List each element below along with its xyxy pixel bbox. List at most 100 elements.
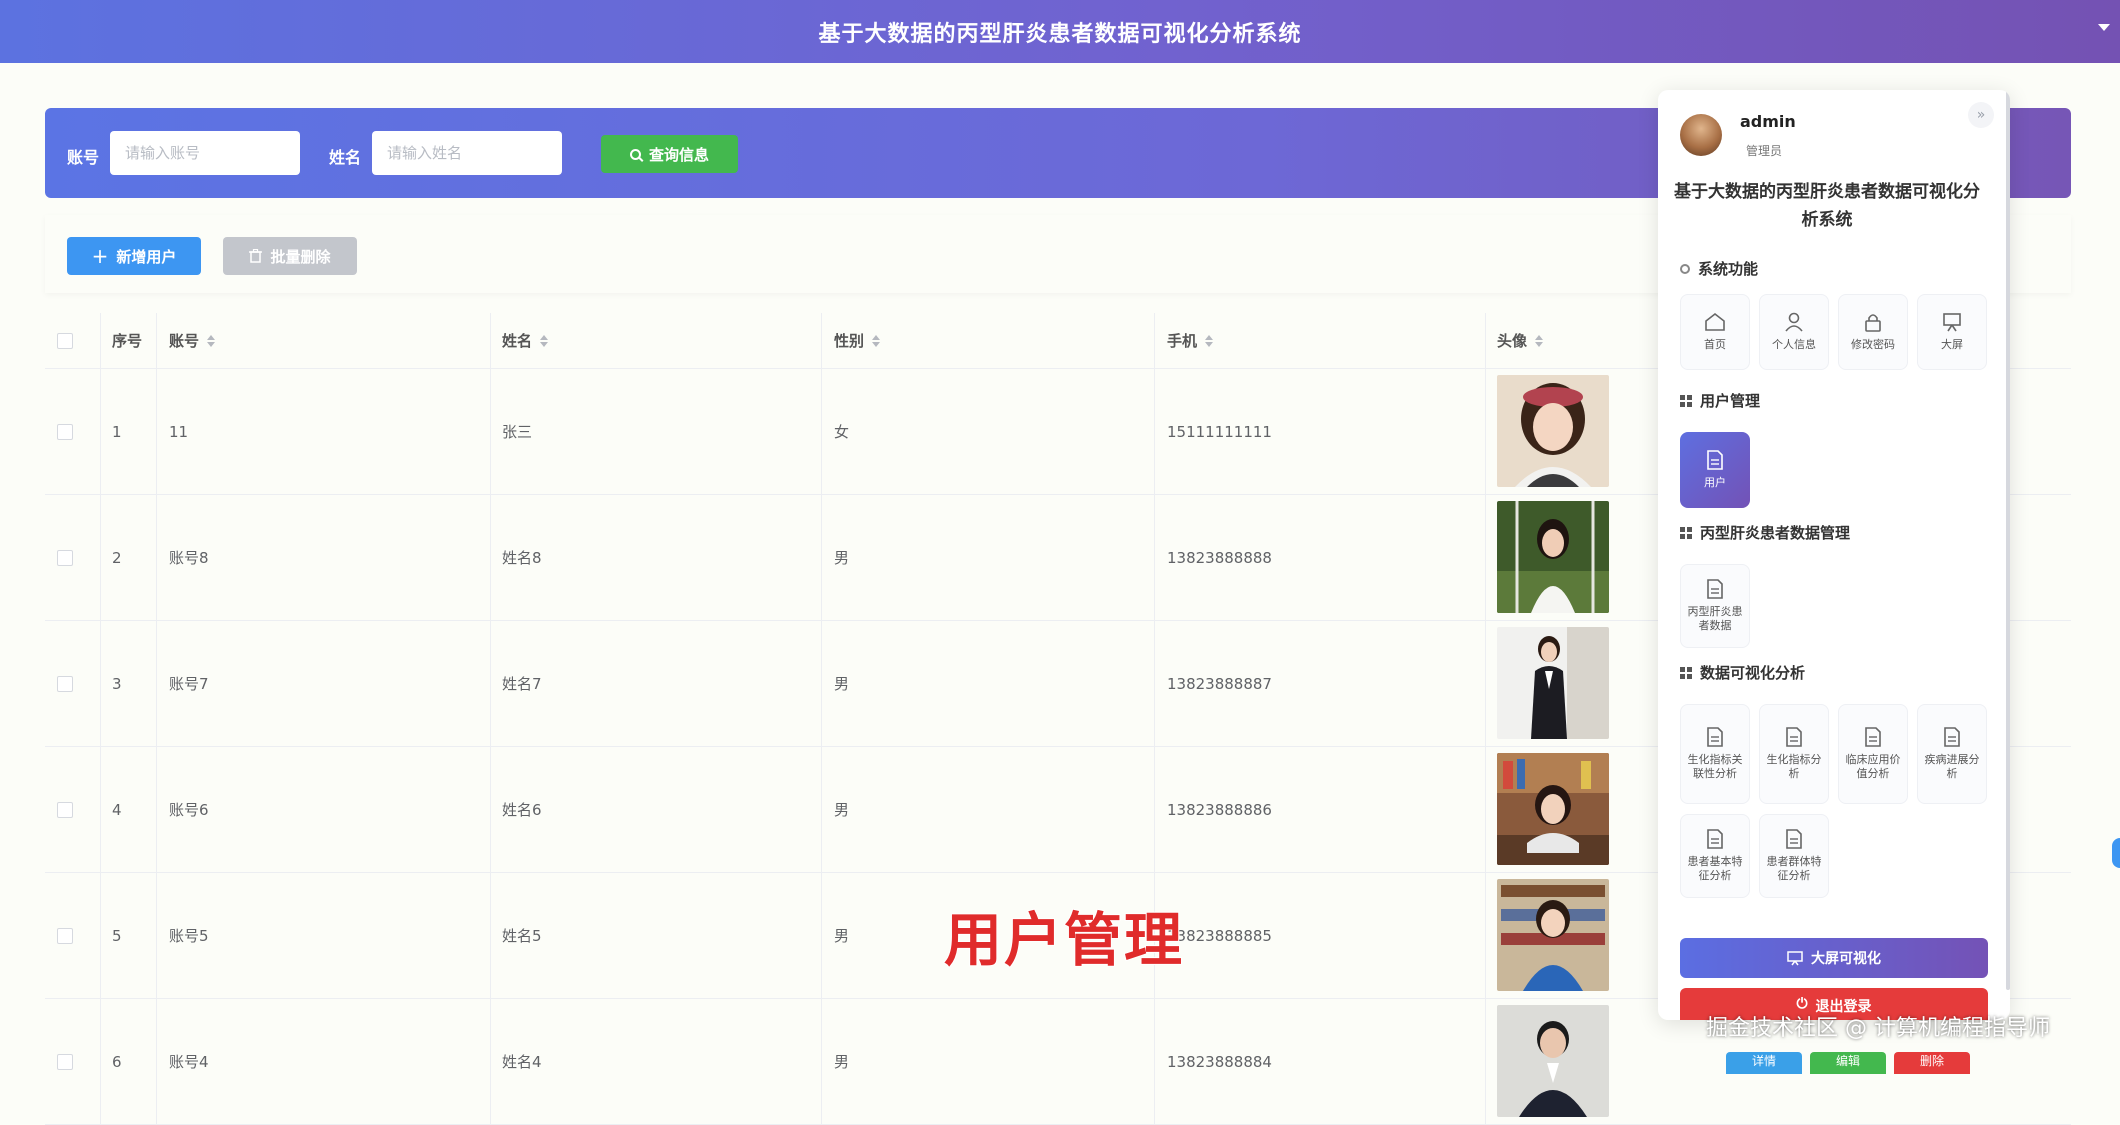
row-gender: 男 (834, 801, 850, 819)
document-icon (1707, 829, 1723, 849)
column-header-gender-label: 性别 (834, 332, 865, 350)
delete-button[interactable]: 删除 (1894, 1052, 1970, 1074)
row-index: 1 (112, 422, 122, 441)
batch-delete-label: 批量删除 (270, 247, 331, 266)
row-checkbox[interactable] (57, 423, 73, 440)
row-gender: 男 (834, 675, 850, 693)
row-name: 张三 (502, 423, 533, 441)
sort-icon (1205, 334, 1214, 347)
section-title-user-management: 用户管理 (1680, 390, 1760, 411)
sort-icon (1535, 334, 1544, 347)
nav-patient-group[interactable]: 患者群体特征分析 (1759, 814, 1829, 898)
row-name: 姓名7 (502, 675, 542, 693)
select-all-checkbox[interactable] (57, 332, 73, 349)
lock-icon (1865, 314, 1881, 332)
section-title-patient-data: 丙型肝炎患者数据管理 (1680, 522, 1850, 543)
nav-clinical-value-label: 临床应用价值分析 (1845, 753, 1901, 780)
plus-icon: + (91, 244, 109, 268)
account-label: 账号 (67, 148, 100, 167)
top-bar: 基于大数据的丙型肝炎患者数据可视化分析系统 (0, 0, 2120, 63)
row-phone: 13823888888 (1167, 548, 1272, 567)
avatar-photo (1497, 375, 1609, 487)
nav-profile[interactable]: 个人信息 (1759, 294, 1829, 370)
row-account: 账号8 (169, 549, 209, 567)
nav-home-label: 首页 (1704, 338, 1726, 351)
edit-button[interactable]: 编辑 (1810, 1052, 1886, 1074)
nav-patient-data-label: 丙型肝炎患者数据 (1687, 605, 1743, 632)
row-phone: 13823888886 (1167, 800, 1272, 819)
document-icon (1707, 450, 1723, 470)
batch-delete-button[interactable]: 批量删除 (223, 237, 357, 275)
column-header-account[interactable]: 账号 (169, 313, 216, 368)
column-header-avatar[interactable]: 头像 (1497, 313, 1544, 368)
row-name: 姓名4 (502, 1053, 542, 1071)
document-icon (1707, 727, 1723, 747)
row-gender: 男 (834, 927, 850, 945)
nav-change-password[interactable]: 修改密码 (1838, 294, 1908, 370)
avatar-photo (1497, 501, 1609, 613)
sort-icon (207, 334, 216, 347)
row-checkbox[interactable] (57, 549, 73, 566)
nav-users[interactable]: 用户 (1680, 432, 1750, 508)
row-account: 账号5 (169, 927, 209, 945)
row-gender: 男 (834, 1053, 850, 1071)
document-icon (1786, 829, 1802, 849)
nav-biochem-correlation-label: 生化指标关联性分析 (1687, 753, 1743, 780)
avatar[interactable] (1680, 114, 1722, 156)
row-checkbox[interactable] (57, 675, 73, 692)
query-button-label: 查询信息 (648, 145, 709, 164)
column-header-name-label: 姓名 (502, 332, 533, 350)
grid-icon (1680, 394, 1692, 407)
column-header-phone[interactable]: 手机 (1167, 313, 1214, 368)
row-checkbox[interactable] (57, 1053, 73, 1070)
section-title-visualization: 数据可视化分析 (1680, 662, 1805, 683)
nav-patient-data[interactable]: 丙型肝炎患者数据 (1680, 564, 1750, 648)
big-screen-button-label: 大屏可视化 (1811, 951, 1881, 967)
nav-biochem-correlation[interactable]: 生化指标关联性分析 (1680, 704, 1750, 804)
row-checkbox[interactable] (57, 801, 73, 818)
add-user-button[interactable]: + 新增用户 (67, 237, 201, 275)
video-caption: 用户管理 (943, 905, 1185, 975)
side-handle[interactable] (2112, 838, 2120, 868)
section-title-system: 系统功能 (1680, 258, 1758, 279)
name-search-input[interactable] (372, 131, 562, 175)
document-icon (1944, 727, 1960, 747)
row-account: 11 (169, 422, 189, 441)
row-index: 4 (112, 800, 122, 819)
column-header-name[interactable]: 姓名 (502, 313, 549, 368)
grid-icon (1680, 666, 1692, 679)
system-title: 基于大数据的丙型肝炎患者数据可视化分析系统 (1674, 182, 1980, 230)
row-account: 账号6 (169, 801, 209, 819)
row-account: 账号7 (169, 675, 209, 693)
panel-scrollbar[interactable] (2006, 90, 2010, 990)
nav-patient-basic[interactable]: 患者基本特征分析 (1680, 814, 1750, 898)
nav-biochem-analysis-label: 生化指标分析 (1766, 753, 1822, 780)
column-header-avatar-label: 头像 (1497, 332, 1528, 350)
query-button[interactable]: 查询信息 (601, 135, 738, 173)
row-phone: 15111111111 (1167, 422, 1272, 441)
account-search-input[interactable] (110, 131, 300, 175)
nav-big-screen[interactable]: 大屏 (1917, 294, 1987, 370)
add-user-label: 新增用户 (116, 247, 177, 266)
row-gender: 男 (834, 549, 850, 567)
nav-disease-progress[interactable]: 疾病进展分析 (1917, 704, 1987, 804)
nav-biochem-analysis[interactable]: 生化指标分析 (1759, 704, 1829, 804)
nav-clinical-value[interactable]: 临床应用价值分析 (1838, 704, 1908, 804)
gear-icon (1680, 263, 1690, 274)
row-account: 账号4 (169, 1053, 209, 1071)
column-header-gender[interactable]: 性别 (834, 313, 881, 368)
user-role: 管理员 (1746, 144, 1783, 158)
row-checkbox[interactable] (57, 927, 73, 944)
collapse-icon[interactable]: » (1968, 102, 1994, 128)
row-name: 姓名5 (502, 927, 542, 945)
section-title-patient-data-label: 丙型肝炎患者数据管理 (1700, 524, 1851, 542)
chevron-down-icon[interactable] (2098, 24, 2110, 31)
user-icon (1785, 312, 1803, 332)
detail-button[interactable]: 详情 (1726, 1052, 1802, 1074)
big-screen-button[interactable]: 大屏可视化 (1680, 938, 1988, 978)
row-index: 2 (112, 548, 122, 567)
nav-profile-label: 个人信息 (1772, 338, 1816, 351)
nav-home[interactable]: 首页 (1680, 294, 1750, 370)
nav-big-screen-label: 大屏 (1941, 338, 1963, 351)
row-name: 姓名8 (502, 549, 542, 567)
